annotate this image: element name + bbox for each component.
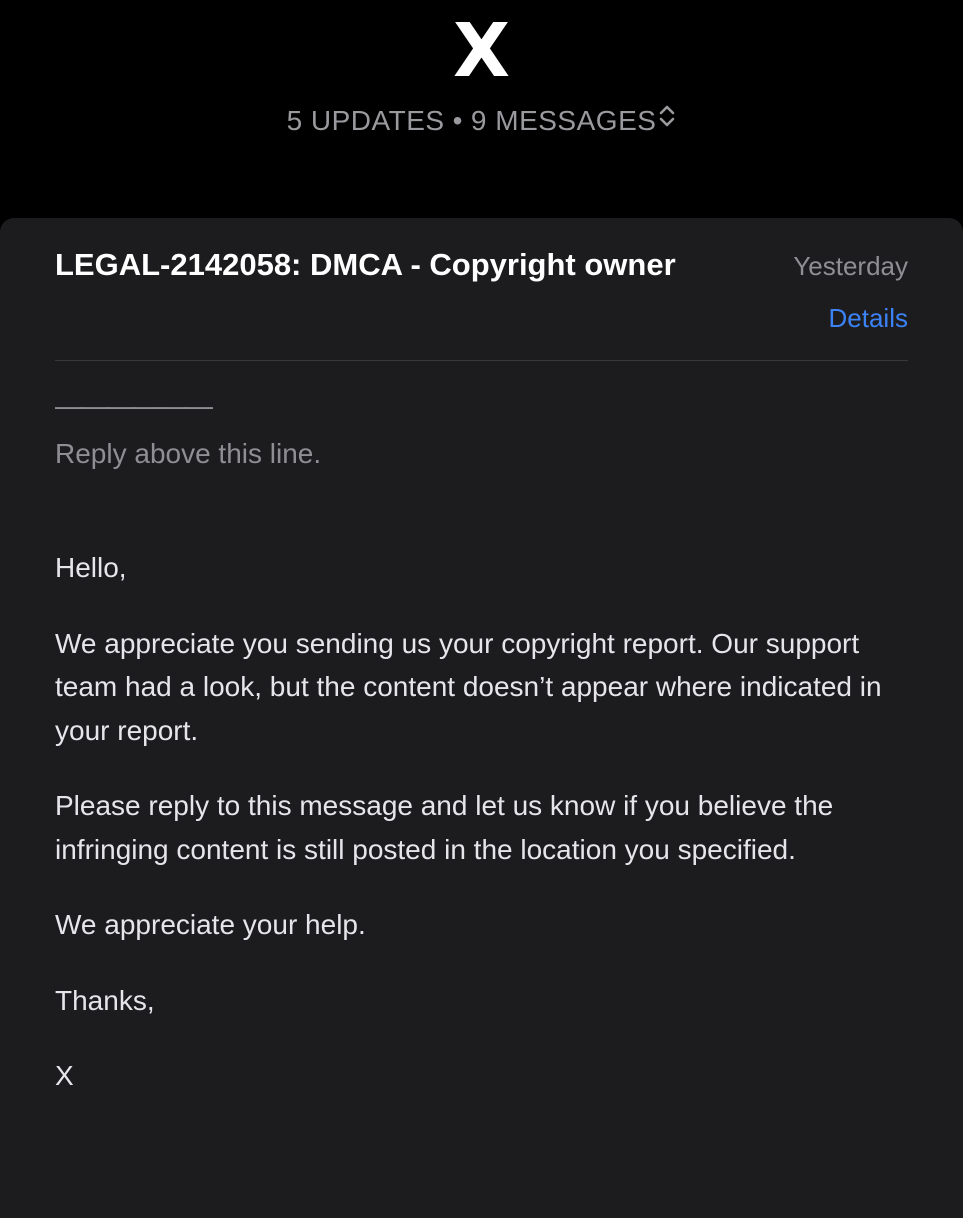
updates-count: 5 UPDATES xyxy=(286,105,445,136)
chevron-up-down-icon[interactable] xyxy=(658,101,676,139)
separator-dot: • xyxy=(452,105,463,136)
sender-logo: X xyxy=(452,8,511,94)
signature: X xyxy=(55,1060,74,1091)
messages-count: 9 MESSAGES xyxy=(470,105,657,136)
body-paragraph: We appreciate your help. xyxy=(55,909,366,940)
reply-instruction: Reply above this line. xyxy=(55,438,322,469)
thread-header: X 5 UPDATES • 9 MESSAGES xyxy=(0,0,963,218)
thread-summary-toggle[interactable]: 5 UPDATES • 9 MESSAGES xyxy=(0,102,963,140)
reply-separator: —————— xyxy=(55,390,213,421)
email-subject: LEGAL-2142058: DMCA - Copyright owner xyxy=(55,247,676,282)
email-card: LEGAL-2142058: DMCA - Copyright owner Ye… xyxy=(0,218,963,1218)
body-paragraph: We appreciate you sending us your copyri… xyxy=(55,627,882,746)
header-divider xyxy=(55,360,908,361)
email-body: Hello, We appreciate you sending us your… xyxy=(55,546,915,1130)
body-paragraph: Please reply to this message and let us … xyxy=(55,790,834,865)
details-link[interactable]: Details xyxy=(829,300,908,336)
signoff: Thanks, xyxy=(55,984,155,1016)
greeting: Hello, xyxy=(55,552,127,583)
email-date: Yesterday xyxy=(793,251,908,281)
